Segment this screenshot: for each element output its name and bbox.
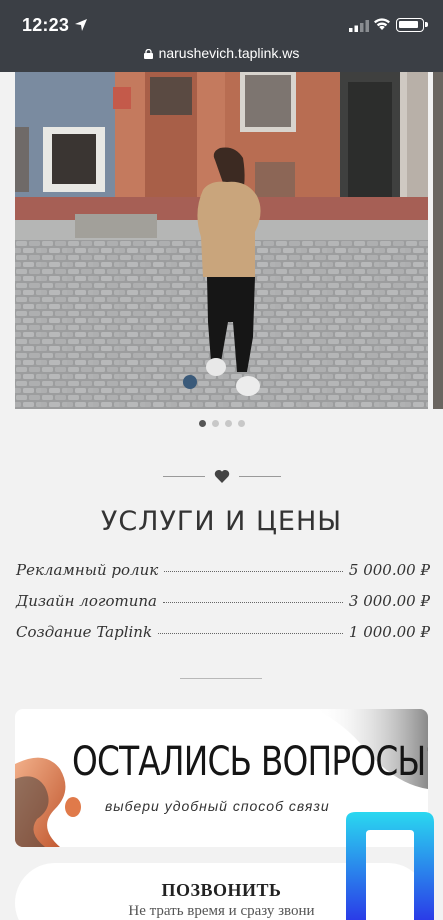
carousel-dot[interactable] — [198, 420, 206, 427]
banner-title: ОСТАЛИСЬ ВОПРОСЫ? — [72, 739, 428, 785]
status-time: 12:23 — [22, 15, 70, 35]
address-bar[interactable]: narushevich.taplink.ws — [0, 45, 443, 61]
cellular-signal-icon — [349, 20, 369, 32]
section-title: УСЛУГИ И ЦЕНЫ — [100, 506, 343, 537]
divider-line — [239, 476, 281, 477]
location-arrow-icon — [75, 19, 87, 31]
service-price: 5 000.00 ₽ — [348, 561, 430, 579]
battery-icon — [396, 18, 428, 32]
dotted-leader — [164, 571, 343, 572]
service-name: Дизайн логотипа — [16, 592, 157, 610]
carousel-dot[interactable] — [237, 420, 245, 427]
service-name: Рекламный ролик — [16, 561, 159, 579]
section-divider — [180, 678, 262, 679]
service-price: 3 000.00 ₽ — [348, 592, 430, 610]
carousel-photo[interactable] — [15, 72, 428, 409]
banner-subtitle: выбери удобный способ связи — [105, 798, 330, 814]
carousel-dot[interactable] — [211, 420, 219, 427]
service-price: 1 000.00 ₽ — [348, 623, 430, 641]
divider-line — [163, 476, 205, 477]
app-logo-overlay — [346, 812, 434, 920]
browser-top-bar: 12:23 narushevich.taplink.ws — [0, 0, 443, 72]
next-photo-peek[interactable] — [433, 72, 443, 409]
carousel-dot[interactable] — [224, 420, 232, 427]
dotted-leader — [162, 602, 343, 603]
street-photo-image — [15, 72, 428, 409]
price-list-item: Рекламный ролик 5 000.00 ₽ — [16, 561, 430, 583]
url-text: narushevich.taplink.ws — [158, 45, 300, 61]
wifi-icon — [374, 18, 390, 30]
price-list-item: Создание Taplink 1 000.00 ₽ — [16, 623, 430, 645]
carousel-dots — [0, 420, 443, 427]
heart-icon — [214, 470, 230, 483]
service-name: Создание Taplink — [16, 623, 153, 641]
dotted-leader — [158, 633, 343, 634]
lock-icon — [143, 49, 153, 59]
heart-divider — [163, 467, 281, 485]
price-list-item: Дизайн логотипа 3 000.00 ₽ — [16, 592, 430, 614]
